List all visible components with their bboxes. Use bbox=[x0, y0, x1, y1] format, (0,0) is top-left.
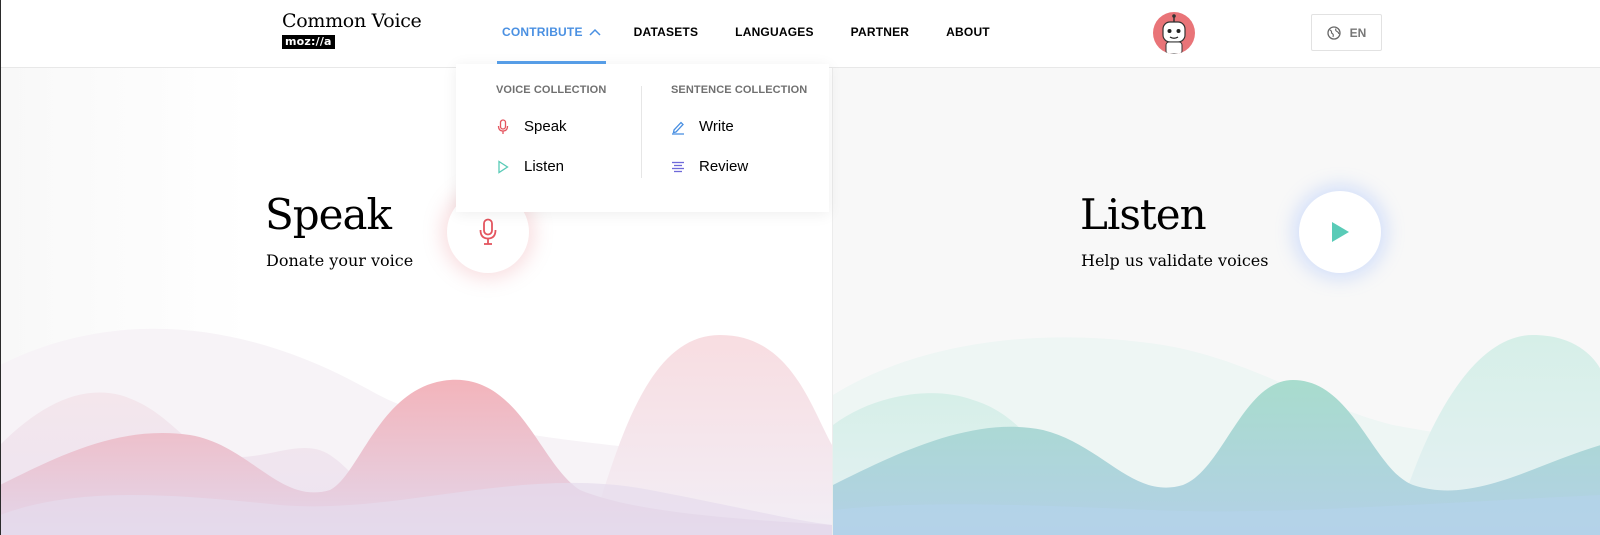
mozilla-badge: moz://a bbox=[282, 35, 335, 49]
play-icon bbox=[1332, 222, 1349, 242]
voice-collection-heading: VOICE COLLECTION bbox=[496, 84, 607, 96]
listen-wave-illustration bbox=[833, 335, 1600, 535]
speak-subtitle: Donate your voice bbox=[266, 251, 414, 270]
menu-item-speak-label: Speak bbox=[524, 118, 567, 135]
microphone-icon bbox=[479, 218, 497, 245]
menu-item-listen-label: Listen bbox=[524, 158, 565, 175]
sentence-collection-heading: SENTENCE COLLECTION bbox=[671, 84, 808, 96]
review-lines-icon bbox=[671, 159, 685, 175]
listen-title: Listen bbox=[1080, 190, 1207, 239]
language-code: EN bbox=[1349, 25, 1367, 40]
common-voice-logo[interactable]: Common Voice moz://a bbox=[282, 10, 422, 50]
nav-about[interactable]: ABOUT bbox=[946, 0, 990, 64]
nav-contribute[interactable]: CONTRIBUTE bbox=[497, 0, 606, 64]
speak-title: Speak bbox=[265, 190, 392, 239]
contribute-dropdown-menu: VOICE COLLECTION Speak Listen SENTENCE C… bbox=[456, 64, 829, 212]
speak-wave-illustration bbox=[0, 328, 832, 535]
chevron-up-icon bbox=[589, 28, 601, 36]
window-edge bbox=[0, 0, 1, 535]
nav-datasets[interactable]: DATASETS bbox=[634, 0, 699, 64]
menu-item-review[interactable]: Review bbox=[671, 158, 748, 175]
logo-title: Common Voice bbox=[282, 10, 422, 32]
menu-item-listen[interactable]: Listen bbox=[496, 158, 564, 175]
site-header: Common Voice moz://a CONTRIBUTE DATASETS… bbox=[0, 0, 1600, 535]
menu-item-write-label: Write bbox=[699, 118, 734, 135]
user-avatar-robot-icon[interactable] bbox=[1153, 12, 1195, 54]
menu-item-speak[interactable]: Speak bbox=[496, 118, 567, 135]
pencil-icon bbox=[671, 119, 685, 135]
menu-item-write[interactable]: Write bbox=[671, 118, 734, 135]
main-nav: CONTRIBUTE DATASETS LANGUAGES PARTNER AB… bbox=[497, 0, 1027, 64]
nav-languages[interactable]: LANGUAGES bbox=[735, 0, 813, 64]
dropdown-divider bbox=[641, 86, 642, 178]
nav-contribute-label: CONTRIBUTE bbox=[502, 25, 583, 39]
language-selector[interactable]: EN bbox=[1311, 14, 1382, 51]
nav-partner[interactable]: PARTNER bbox=[851, 0, 910, 64]
microphone-icon bbox=[496, 118, 510, 135]
listen-panel: Listen Help us validate voices bbox=[832, 68, 1600, 535]
play-icon bbox=[496, 159, 510, 175]
globe-icon bbox=[1327, 25, 1341, 40]
listen-play-button[interactable] bbox=[1299, 191, 1381, 273]
listen-subtitle: Help us validate voices bbox=[1081, 251, 1269, 270]
menu-item-review-label: Review bbox=[699, 158, 749, 175]
